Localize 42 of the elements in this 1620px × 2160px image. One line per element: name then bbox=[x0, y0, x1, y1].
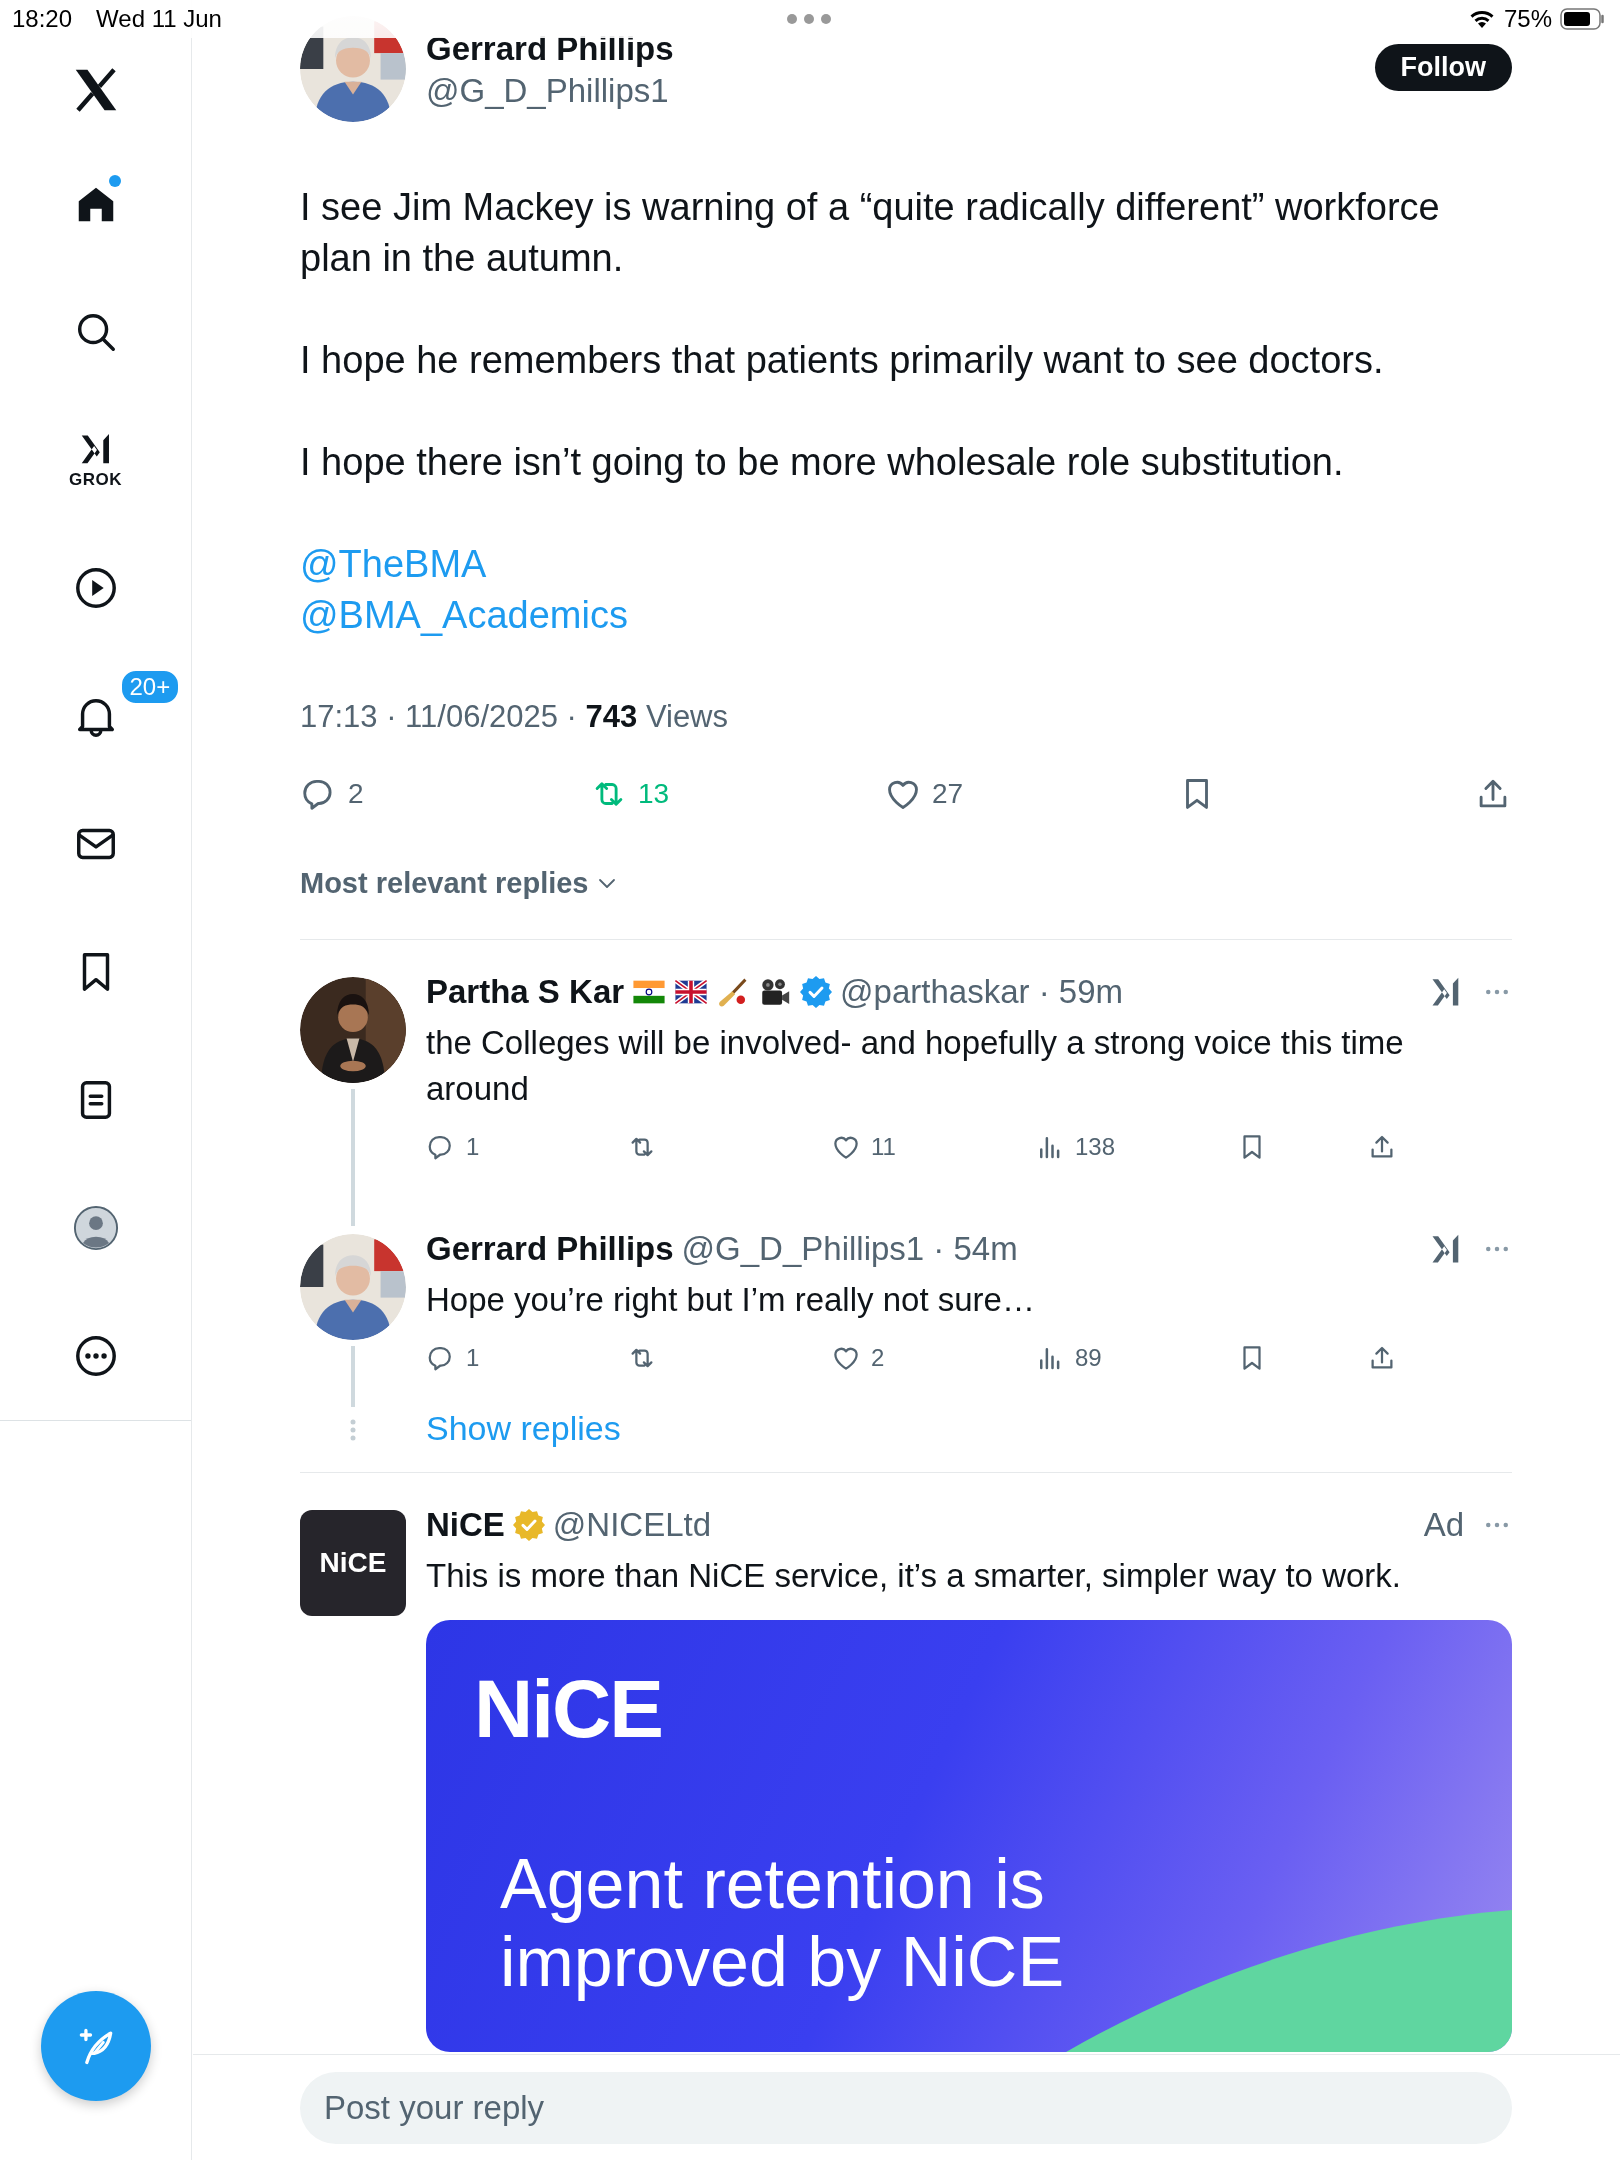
reply-author-name[interactable]: Partha S Kar bbox=[426, 973, 625, 1011]
post-text: I hope he remembers that patients primarily want to see doctors. bbox=[300, 338, 1385, 383]
reply-input[interactable]: Post your reply bbox=[300, 2072, 1512, 2144]
battery-percent: 75% bbox=[1503, 5, 1552, 33]
post-text: I see Jim Mackey is warning of a “quite radically different” workforce plan in the autumn. bbox=[300, 185, 1441, 281]
banner-headline: Agent retention is improved by NiCE bbox=[500, 1845, 1066, 2001]
reply-text: Hope you’re right but I’m really not sure… bbox=[426, 1280, 1036, 1320]
author-name[interactable]: Gerrard Phillips bbox=[426, 28, 1355, 70]
banner-logo: NiCE bbox=[474, 1662, 662, 1756]
multitasking-dots-icon bbox=[786, 13, 832, 25]
advertiser-name[interactable]: NiCE bbox=[426, 1506, 505, 1544]
wifi-icon bbox=[1467, 8, 1496, 30]
reply-handle-time: @G_D_Phillips1 · 54m bbox=[681, 1230, 1019, 1268]
like-button[interactable]: 2 bbox=[831, 1343, 885, 1373]
author-handle: @G_D_Phillips1 bbox=[426, 71, 670, 111]
thread-dots-icon bbox=[350, 1419, 356, 1441]
reply-button[interactable]: 2 bbox=[300, 775, 364, 813]
reply-handle-time: @parthaskar · 59m bbox=[840, 973, 1125, 1011]
profile-icon[interactable] bbox=[72, 1205, 119, 1251]
advertiser-logo[interactable]: NiCE bbox=[300, 1510, 406, 1616]
post-text: I hope there isn’t going to be more wholesale role substitution. bbox=[300, 440, 1345, 485]
reply-text: the Colleges will be involved- and hopefully a strong voice this time around bbox=[426, 1023, 1405, 1109]
battery-icon bbox=[1560, 8, 1606, 30]
ad-banner[interactable]: NiCE Agent retention is improved by NiCE bbox=[426, 1620, 1512, 2052]
post-timestamp: 17:13 · 11/06/2025 · 743 Views bbox=[300, 698, 729, 736]
ad-label: Ad bbox=[1423, 1506, 1464, 1544]
sort-dropdown[interactable]: Most relevant replies bbox=[300, 861, 619, 905]
views-button[interactable]: 89 bbox=[1035, 1343, 1102, 1373]
follow-button[interactable]: Follow bbox=[1374, 44, 1512, 91]
like-button[interactable]: 11 bbox=[831, 1132, 896, 1162]
views-button[interactable]: 138 bbox=[1035, 1132, 1116, 1162]
ad-text: This is more than NiCE service, it’s a smarter, simpler way to work. bbox=[426, 1556, 1402, 1596]
reply-author-name[interactable]: Gerrard Phillips bbox=[426, 1230, 674, 1268]
date-text: Wed 11 Jun bbox=[96, 5, 222, 33]
compose-button[interactable] bbox=[41, 1991, 151, 2101]
notification-badge: 20+ bbox=[119, 669, 181, 705]
clock-time: 18:20 bbox=[12, 5, 73, 33]
grok-label[interactable]: GROK bbox=[69, 470, 122, 490]
reply-button[interactable]: 1 bbox=[426, 1343, 480, 1373]
like-button[interactable]: 27 bbox=[884, 775, 964, 813]
advertiser-handle: @NICELtd bbox=[552, 1506, 713, 1544]
reply-button[interactable]: 1 bbox=[426, 1132, 480, 1162]
